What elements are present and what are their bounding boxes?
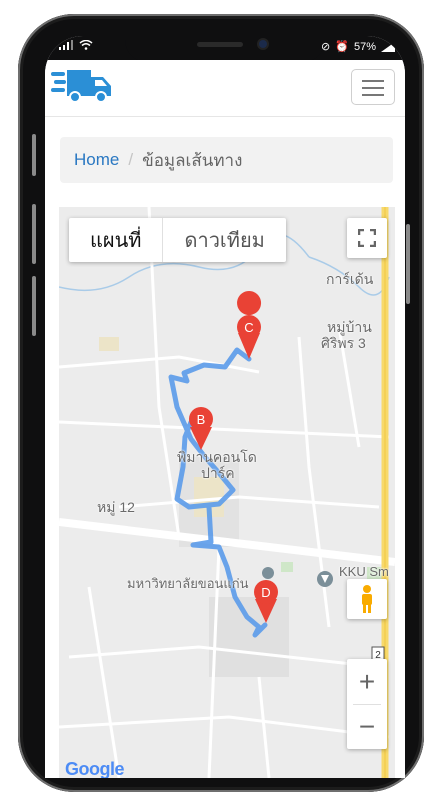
map-type-satellite-button[interactable]: ดาวเทียม — [163, 218, 285, 262]
school-poi-icon — [317, 571, 333, 587]
map-label-moo: หมู่ 12 — [97, 499, 135, 515]
volume-down-button — [32, 276, 36, 336]
wifi-icon — [79, 40, 93, 50]
delivery-truck-logo[interactable] — [51, 68, 115, 104]
navbar — [45, 60, 405, 117]
battery-percent: 57% — [353, 40, 376, 53]
fullscreen-icon — [358, 229, 376, 247]
power-button — [406, 224, 410, 304]
mute-switch — [32, 134, 36, 176]
university-poi-icon — [262, 567, 274, 579]
alarm-icon: ⏰ — [335, 41, 349, 53]
map-label-kku-1: KKU Sm — [339, 564, 389, 579]
fullscreen-button[interactable] — [347, 218, 387, 258]
screen: ⊘ ⏰ 57% Home / ข้อมูลเส้นทาง C B D 2 แผน… — [45, 36, 405, 778]
menu-toggle-button[interactable] — [351, 69, 395, 105]
breadcrumb: Home / ข้อมูลเส้นทาง — [60, 137, 393, 183]
notch — [125, 36, 325, 62]
map-type-map-button[interactable]: แผนที่ — [69, 218, 164, 262]
breadcrumb-separator: / — [128, 150, 134, 169]
signal-icon — [59, 40, 73, 50]
route-map[interactable]: C B D 2 แผนที่ ดาวเทียม การ์เด้น หมู่บ้า… — [59, 207, 395, 778]
map-type-control: แผนที่ ดาวเทียม — [69, 218, 286, 262]
svg-text:D: D — [261, 585, 270, 600]
zoom-control: + − — [347, 659, 387, 749]
volume-up-button — [32, 204, 36, 264]
map-base: C B D 2 — [59, 207, 395, 778]
map-label-park: ปาร์ค — [201, 465, 235, 481]
map-label-siriporn: ศิริพร 3 — [321, 335, 366, 351]
breadcrumb-current: ข้อมูลเส้นทาง — [142, 150, 243, 170]
mute-icon: ⊘ — [321, 41, 331, 53]
map-label-university: มหาวิทยาลัยขอนแก่น — [127, 576, 249, 591]
street-view-pegman-button[interactable] — [347, 579, 387, 619]
zoom-out-button[interactable]: − — [347, 705, 387, 749]
svg-text:B: B — [197, 412, 206, 427]
map-label-garden: การ์เด้น — [326, 271, 374, 287]
svg-text:C: C — [244, 320, 253, 335]
zoom-in-button[interactable]: + — [347, 660, 387, 704]
breadcrumb-home-link[interactable]: Home — [74, 150, 119, 170]
camera-icon — [259, 40, 267, 48]
google-logo: Google — [65, 759, 125, 778]
pegman-icon — [362, 585, 372, 613]
status-bar: ⊘ ⏰ 57% — [45, 36, 405, 62]
battery-icon — [381, 41, 395, 52]
